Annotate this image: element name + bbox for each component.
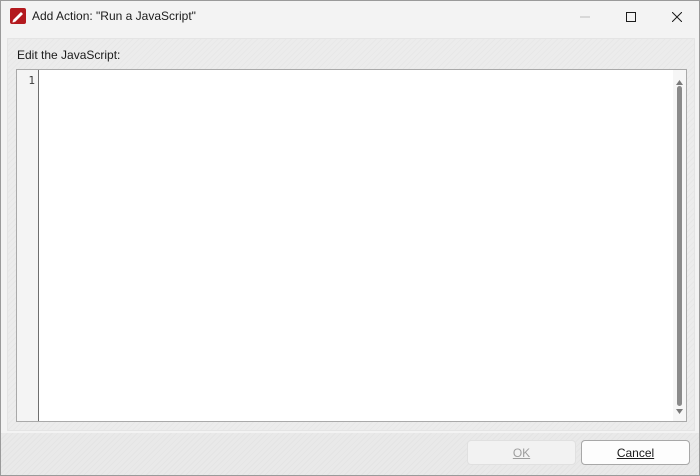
pdf-editor-icon <box>10 8 26 24</box>
title-bar[interactable]: Add Action: "Run a JavaScript" <box>1 1 699 32</box>
window-title: Add Action: "Run a JavaScript" <box>32 9 196 23</box>
edit-javascript-label: Edit the JavaScript: <box>17 48 121 62</box>
close-icon <box>672 11 682 22</box>
javascript-editor[interactable]: 1 <box>16 69 687 422</box>
line-number-gutter: 1 <box>17 70 39 421</box>
code-input[interactable] <box>40 72 674 421</box>
minimize-button[interactable] <box>562 1 608 32</box>
maximize-icon <box>626 11 636 22</box>
vertical-scrollbar[interactable] <box>673 70 686 421</box>
scroll-down-arrow-icon[interactable] <box>676 403 683 417</box>
ok-button[interactable]: OK <box>467 440 576 465</box>
minimize-icon <box>580 12 590 22</box>
cancel-button[interactable]: Cancel <box>581 440 690 465</box>
dialog-footer: OK Cancel <box>1 433 699 475</box>
dialog-window: Add Action: "Run a JavaScript" Edit the … <box>0 0 700 476</box>
maximize-button[interactable] <box>608 1 654 32</box>
scrollbar-thumb[interactable] <box>677 86 682 406</box>
close-button[interactable] <box>654 1 700 32</box>
line-number: 1 <box>28 74 35 87</box>
dialog-content: Edit the JavaScript: 1 <box>7 38 695 431</box>
